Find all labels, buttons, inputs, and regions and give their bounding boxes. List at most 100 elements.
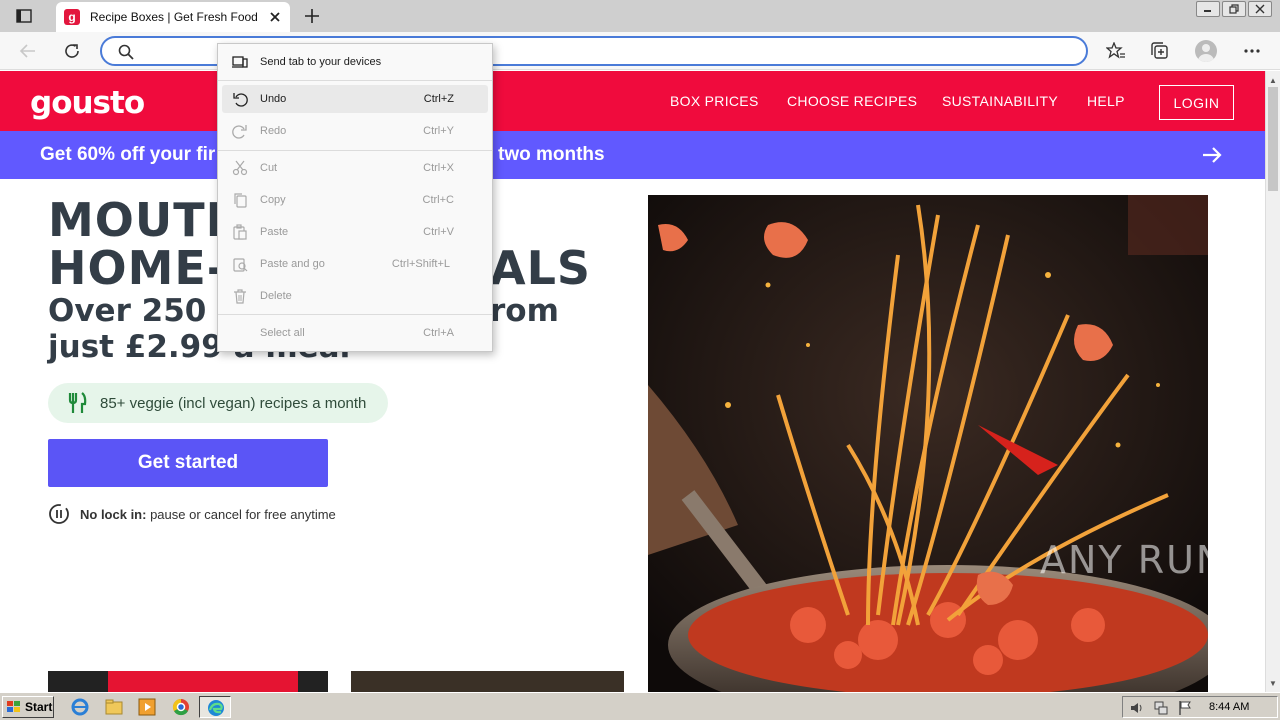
network-icon[interactable] — [1153, 700, 1169, 716]
promo-banner[interactable]: Get 60% off your fir two months — [0, 131, 1265, 179]
menu-select-all[interactable]: Select all Ctrl+A — [222, 319, 488, 347]
favorites-button[interactable] — [1102, 38, 1130, 64]
restore-button[interactable] — [1222, 1, 1246, 17]
minimize-icon — [1204, 10, 1211, 12]
menu-divider — [218, 150, 492, 151]
nav-sustainability[interactable]: SUSTAINABILITY — [942, 93, 1058, 109]
new-tab-button[interactable] — [300, 5, 324, 27]
chrome-icon[interactable] — [171, 697, 191, 717]
minimize-button[interactable] — [1196, 1, 1220, 17]
close-window-button[interactable] — [1248, 1, 1272, 17]
flag-icon[interactable] — [1177, 700, 1193, 716]
file-explorer-icon[interactable] — [104, 697, 124, 717]
page-scrollbar[interactable]: ▲ ▼ — [1265, 71, 1280, 692]
undo-icon — [233, 93, 248, 107]
tab-title: Recipe Boxes | Get Fresh Food & Recipes … — [90, 10, 260, 24]
paste-icon — [233, 224, 247, 240]
taskbar-clock[interactable]: 8:44 AM — [1209, 701, 1249, 713]
start-label: Start — [25, 700, 53, 714]
menu-undo[interactable]: Undo Ctrl+Z — [222, 85, 488, 113]
profile-button[interactable] — [1192, 38, 1220, 64]
get-started-button[interactable]: Get started — [48, 439, 328, 487]
scrollbar-thumb[interactable] — [1268, 87, 1278, 191]
scroll-down-icon[interactable]: ▼ — [1266, 676, 1280, 690]
media-player-icon[interactable] — [137, 697, 157, 717]
watermark-text: ANY RUN — [1040, 538, 1227, 582]
nav-help[interactable]: HELP — [1087, 93, 1125, 109]
hero-title-line2-end: ALS — [490, 241, 592, 295]
menu-redo[interactable]: Redo Ctrl+Y — [222, 117, 488, 145]
menu-label: Undo — [260, 93, 287, 105]
settings-more-button[interactable] — [1238, 38, 1266, 64]
no-lock-in-label: No lock in: — [80, 506, 147, 522]
start-button[interactable]: Start — [2, 696, 54, 718]
browser-tab[interactable]: g Recipe Boxes | Get Fresh Food & Recipe… — [56, 2, 290, 32]
windows-taskbar: Start 8:44 AM — [0, 692, 1280, 720]
promo-text-right: two months — [498, 144, 605, 165]
recipe-box-thumbnail — [48, 671, 328, 692]
hero-food-image — [648, 195, 1208, 692]
tab-strip: g Recipe Boxes | Get Fresh Food & Recipe… — [0, 0, 1280, 32]
recipe-thumbnail — [351, 671, 624, 692]
no-lock-in-note: No lock in: pause or cancel for free any… — [48, 503, 336, 525]
nav-box-prices[interactable]: BOX PRICES — [670, 93, 759, 109]
menu-divider — [218, 80, 492, 81]
veggie-text: 85+ veggie (incl vegan) recipes a month — [100, 394, 367, 412]
address-context-menu: Send tab to your devices Undo Ctrl+Z Red… — [217, 43, 493, 352]
back-arrow-icon — [19, 44, 35, 58]
menu-label: Paste and go — [260, 258, 325, 270]
arrow-right-icon — [1203, 147, 1222, 163]
paste-go-icon — [233, 258, 248, 272]
cutlery-icon — [68, 392, 87, 413]
refresh-button[interactable] — [58, 38, 86, 64]
search-icon — [118, 44, 134, 60]
delete-icon — [234, 289, 246, 304]
collections-button[interactable] — [1146, 38, 1174, 64]
menu-label: Redo — [260, 125, 287, 137]
restore-icon — [1229, 4, 1239, 14]
menu-label: Send tab to your devices — [260, 56, 382, 68]
volume-icon[interactable] — [1129, 700, 1145, 716]
menu-shortcut: Ctrl+Shift+L — [391, 258, 450, 270]
menu-cut[interactable]: Cut Ctrl+X — [222, 154, 488, 182]
browser-toolbar — [0, 32, 1280, 70]
gousto-logo[interactable]: gousto — [30, 85, 145, 121]
menu-divider — [218, 314, 492, 315]
menu-shortcut: Ctrl+A — [423, 327, 454, 339]
veggie-badge: 85+ veggie (incl vegan) recipes a month — [48, 383, 388, 423]
gousto-favicon-icon: g — [64, 9, 80, 25]
edge-icon — [208, 700, 224, 716]
more-icon — [1244, 49, 1260, 53]
menu-label: Delete — [260, 290, 292, 302]
nav-choose-recipes[interactable]: CHOOSE RECIPES — [787, 93, 917, 109]
close-tab-icon[interactable] — [268, 10, 282, 24]
menu-shortcut: Ctrl+Z — [423, 93, 454, 105]
system-tray — [1122, 696, 1278, 718]
menu-shortcut: Ctrl+C — [422, 194, 454, 206]
cut-icon — [232, 160, 248, 176]
refresh-icon — [65, 44, 79, 58]
windows-logo-icon — [7, 701, 20, 712]
site-header: gousto BOX PRICES CHOOSE RECIPES SUSTAIN… — [0, 71, 1265, 131]
tab-actions-button[interactable] — [8, 6, 40, 26]
menu-delete[interactable]: Delete — [222, 282, 488, 310]
pause-cycle-icon — [49, 504, 69, 524]
page-viewport: gousto BOX PRICES CHOOSE RECIPES SUSTAIN… — [0, 71, 1265, 692]
menu-copy[interactable]: Copy Ctrl+C — [222, 186, 488, 214]
menu-paste[interactable]: Paste Ctrl+V — [222, 218, 488, 246]
promo-text-left: Get 60% off your fir — [40, 144, 216, 165]
scroll-up-icon[interactable]: ▲ — [1266, 73, 1280, 87]
hero-subtitle-line1-end: rom — [490, 293, 559, 329]
login-button[interactable]: LOGIN — [1159, 85, 1234, 120]
menu-shortcut: Ctrl+V — [423, 226, 454, 238]
menu-paste-and-go[interactable]: Paste and go Ctrl+Shift+L — [222, 250, 488, 278]
menu-label: Cut — [260, 162, 278, 174]
menu-send-tab[interactable]: Send tab to your devices — [222, 48, 488, 76]
menu-shortcut: Ctrl+X — [423, 162, 454, 174]
menu-label: Copy — [260, 194, 286, 206]
edge-taskbar-button[interactable] — [199, 696, 231, 718]
back-button[interactable] — [14, 38, 42, 64]
internet-explorer-icon[interactable] — [70, 697, 90, 717]
redo-icon — [232, 125, 247, 139]
plus-icon — [305, 9, 319, 23]
